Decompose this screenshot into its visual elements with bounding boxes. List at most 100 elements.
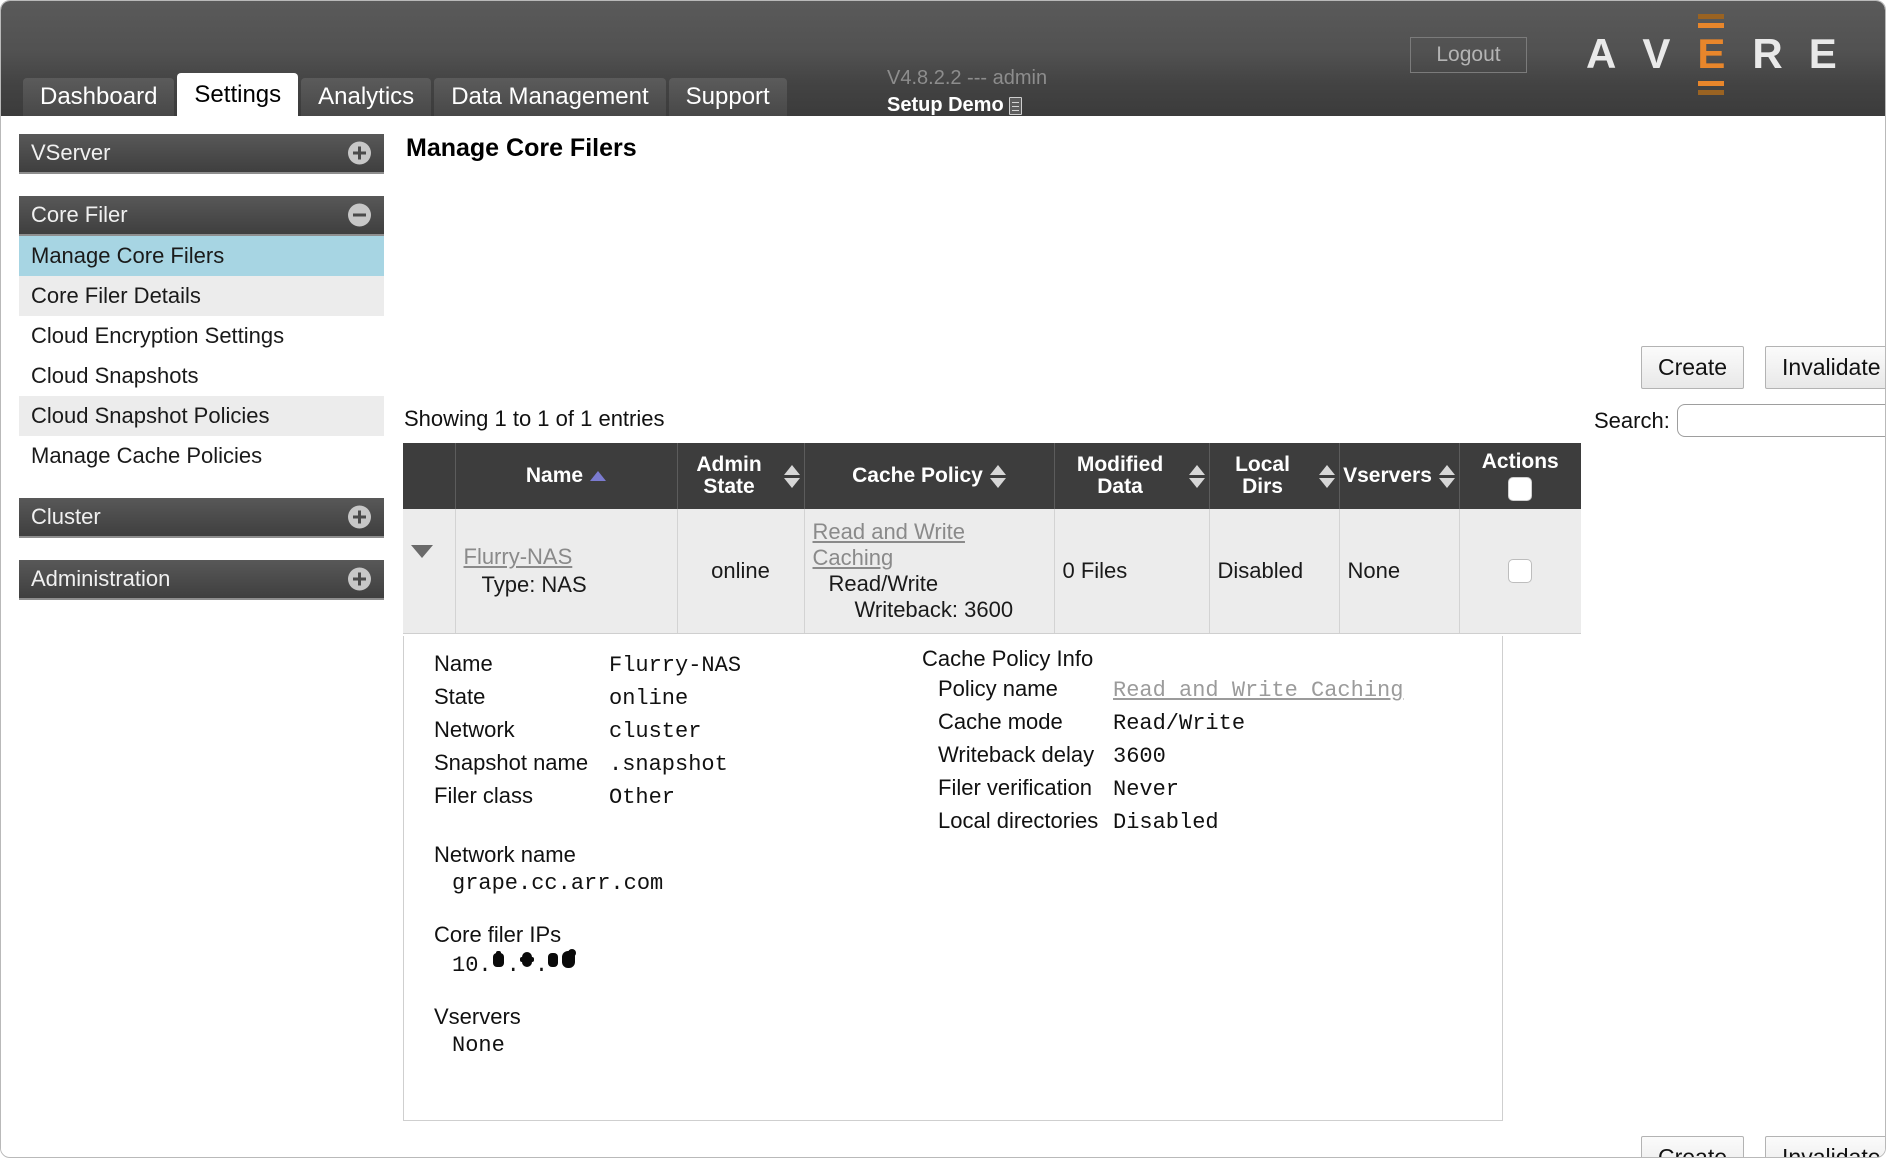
sort-icon-vservers[interactable] [1438, 464, 1455, 488]
sidebar-section-cluster[interactable]: Cluster [19, 498, 384, 538]
cache-policy-link[interactable]: Read and Write Caching [813, 519, 1046, 571]
create-button-bottom[interactable]: Create [1641, 1136, 1745, 1157]
column-header-expander [403, 443, 456, 510]
column-header-modified-data[interactable]: Modified Data [1054, 443, 1210, 510]
cache-policy-mode: Read/Write [828, 570, 939, 596]
sort-ascending-icon-name[interactable] [590, 471, 607, 482]
cache-policy-writeback: Writeback: 3600 [854, 596, 1014, 622]
row-select-checkbox[interactable] [1508, 559, 1533, 583]
tab-dashboard-label: Dashboard [40, 83, 158, 110]
version-info: V4.8.2.2 --- admin [887, 67, 1048, 89]
column-header-vservers[interactable]: Vservers [1339, 443, 1460, 510]
detail-value-network: cluster [609, 719, 702, 744]
detail-label-writeback-delay: Writeback delay [938, 742, 1095, 767]
core-filer-type: Type: NAS [481, 572, 587, 597]
sidebar-item-core-filer-details[interactable]: Core Filer Details [19, 276, 384, 316]
core-filer-name-link[interactable]: Flurry-NAS [464, 544, 573, 569]
detail-row-network: Network cluster [434, 717, 741, 750]
invalidate-button-top[interactable]: Invalidate [1765, 346, 1885, 389]
detail-row-state: State online [434, 684, 741, 717]
detail-row-cache-mode: Cache mode Read/Write [938, 709, 1403, 742]
detail-row-filer-verification: Filer verification Never [938, 775, 1403, 808]
logo-letter-r: R [1752, 30, 1783, 77]
detail-label-state: State [434, 684, 486, 709]
select-all-checkbox[interactable] [1508, 477, 1533, 502]
tab-settings-label: Settings [194, 80, 282, 108]
minus-icon-core-filer[interactable] [348, 203, 371, 227]
detail-label-policy-name: Policy name [938, 676, 1058, 701]
detail-block-value-network-name: grape.cc.arr.com [452, 871, 664, 896]
tab-settings[interactable]: Settings [177, 73, 299, 116]
plus-icon-vserver[interactable] [348, 141, 371, 165]
sidebar-item-cloud-snapshots[interactable]: Cloud Snapshots [19, 356, 384, 396]
column-header-cache-policy[interactable]: Cache Policy [804, 443, 1055, 510]
search-input[interactable] [1676, 404, 1885, 437]
sort-icon-modified-data[interactable] [1188, 464, 1205, 488]
detail-value-cache-mode: Read/Write [1113, 711, 1246, 736]
sidebar-item-manage-core-filers-label: Manage Core Filers [31, 243, 225, 268]
settings-sidebar: VServer Core Filer Manage Core Filers Co… [19, 134, 384, 600]
row-expand-collapse-icon[interactable] [411, 545, 433, 583]
table-row: Flurry-NAS Type: NAS online Read and Wri… [403, 509, 1581, 634]
sidebar-section-vserver-label: VServer [31, 140, 111, 165]
search-area: Search: [1594, 404, 1885, 437]
sort-icon-cache-policy[interactable] [989, 464, 1006, 488]
sidebar-section-vserver[interactable]: VServer [19, 134, 384, 174]
application-window: Logout A V E R E V4.8.2.2 --- admin Setu… [0, 0, 1886, 1158]
detail-row-name: Name Flurry-NAS [434, 651, 741, 684]
row-expander-cell[interactable] [403, 509, 456, 634]
sidebar-item-cloud-encryption-settings[interactable]: Cloud Encryption Settings [19, 316, 384, 356]
redaction-blob-3 [548, 951, 563, 971]
sort-icon-local-dirs[interactable] [1318, 464, 1335, 488]
cell-local-dirs: Disabled [1209, 509, 1340, 634]
logo-bar-bottom-outer [1698, 90, 1725, 95]
sidebar-section-administration[interactable]: Administration [19, 560, 384, 600]
column-header-name[interactable]: Name [455, 443, 678, 510]
column-header-admin-state[interactable]: Admin State [677, 443, 805, 510]
sidebar-item-cloud-snapshot-policies[interactable]: Cloud Snapshot Policies [19, 396, 384, 436]
tab-analytics[interactable]: Analytics [301, 78, 432, 116]
document-icon[interactable] [1008, 96, 1022, 115]
core-filers-table: Name Admin State Cache Policy Modified D… [403, 443, 1581, 634]
sidebar-item-manage-cache-policies[interactable]: Manage Cache Policies [19, 436, 384, 476]
sort-icon-admin-state[interactable] [783, 464, 800, 488]
sidebar-item-cloud-encryption-settings-label: Cloud Encryption Settings [31, 323, 285, 348]
detail-block-value-core-filer-ips: 10. . . [452, 949, 578, 978]
detail-value-policy-name[interactable]: Read and Write Caching [1113, 678, 1403, 703]
logo-letter-a: A [1586, 30, 1617, 77]
tab-data-management[interactable]: Data Management [434, 78, 666, 116]
tab-dashboard[interactable]: Dashboard [23, 78, 175, 116]
tab-support[interactable]: Support [668, 78, 787, 116]
detail-block-title-core-filer-ips: Core filer IPs [434, 922, 562, 947]
table-header-row: Name Admin State Cache Policy Modified D… [403, 443, 1581, 510]
plus-icon-administration[interactable] [348, 567, 371, 591]
create-button-top[interactable]: Create [1641, 346, 1745, 389]
main-tab-bar: Dashboard Settings Analytics Data Manage… [23, 73, 790, 116]
cache-policy-fields: Policy name Read and Write Caching Cache… [938, 676, 1403, 841]
detail-value-filer-class: Other [609, 785, 676, 810]
detail-value-local-directories: Disabled [1113, 810, 1219, 835]
column-header-local-dirs[interactable]: Local Dirs [1209, 443, 1340, 510]
logout-label: Logout [1436, 43, 1501, 66]
redaction-blob-1 [492, 951, 507, 971]
sidebar-section-administration-label: Administration [31, 566, 171, 591]
action-button-row-bottom: Create Invalidate Suspend Remove [1641, 1136, 1885, 1157]
invalidate-button-bottom[interactable]: Invalidate [1765, 1136, 1885, 1157]
sidebar-gap-2 [19, 476, 384, 498]
sidebar-item-manage-core-filers[interactable]: Manage Core Filers [19, 236, 384, 276]
page-title: Manage Core Filers [406, 134, 637, 162]
detail-value-filer-verification: Never [1113, 777, 1180, 802]
sidebar-gap-1 [19, 174, 384, 196]
detail-left-column: Name Flurry-NAS State online Network clu… [434, 651, 741, 1058]
column-header-actions-label: Actions [1481, 450, 1559, 473]
body-content: VServer Core Filer Manage Core Filers Co… [1, 116, 1885, 1157]
ip-dot-1: . [506, 953, 520, 978]
cell-admin-state: online [677, 509, 805, 634]
sidebar-section-core-filer[interactable]: Core Filer [19, 196, 384, 236]
detail-block-title-network-name: Network name [434, 842, 576, 867]
logout-button[interactable]: Logout [1410, 37, 1527, 73]
plus-icon-cluster[interactable] [348, 505, 371, 529]
detail-block-network-name: Network name grape.cc.arr.com [434, 842, 741, 896]
column-header-local-dirs-label: Local Dirs [1235, 452, 1290, 499]
logo-bar-top-outer [1698, 14, 1725, 19]
